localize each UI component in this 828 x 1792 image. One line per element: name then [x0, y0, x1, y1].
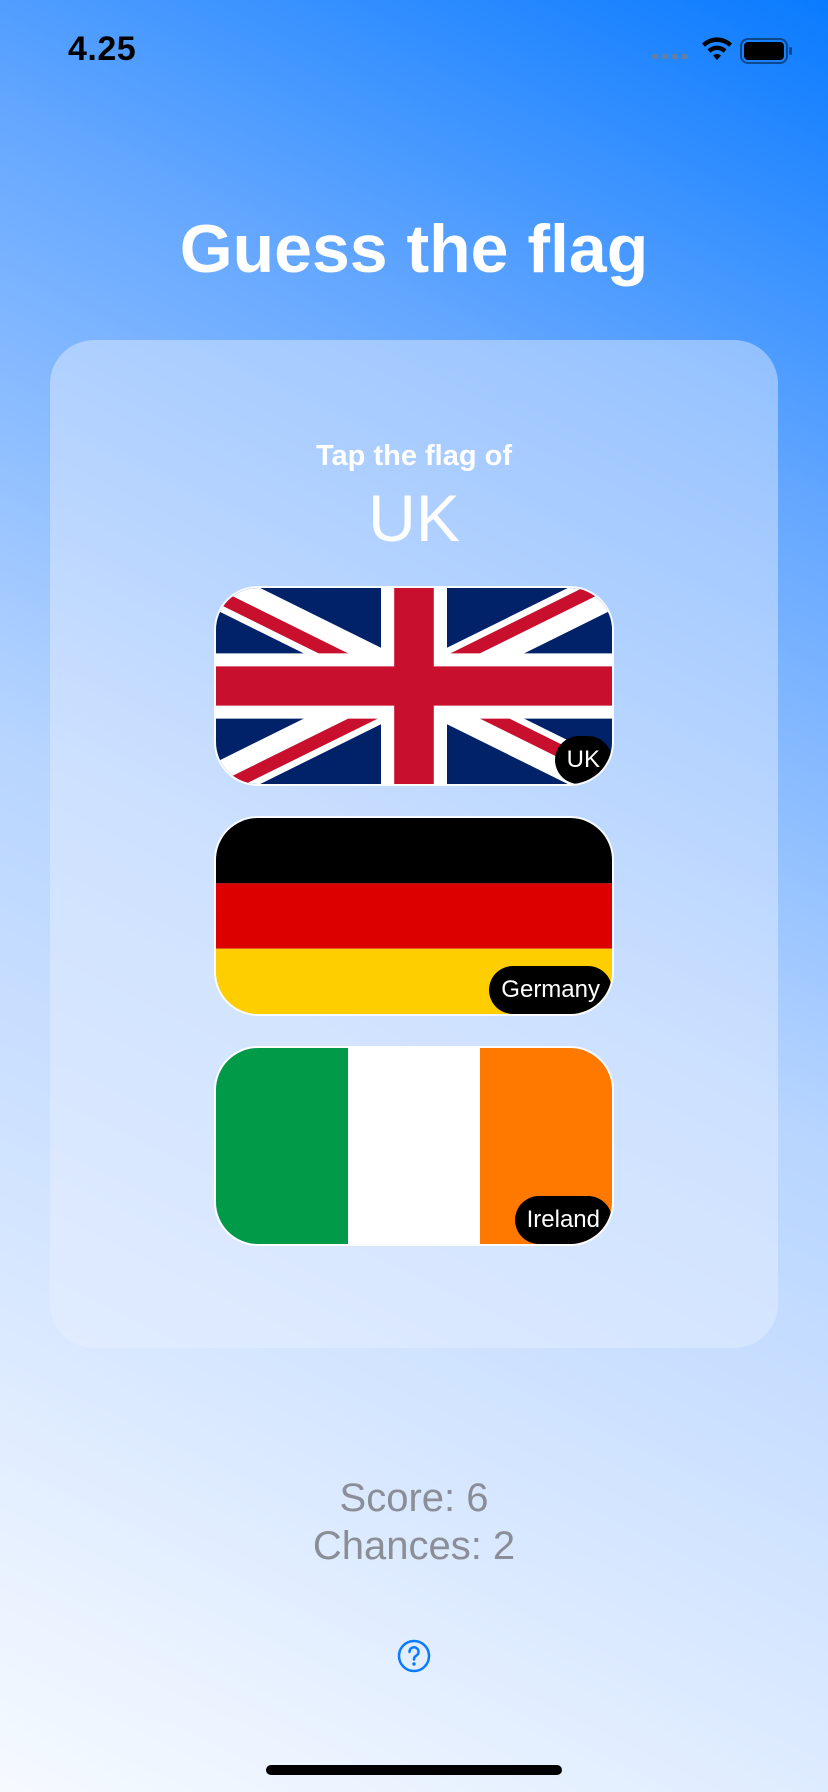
flag-button-germany[interactable]: Germany [214, 816, 614, 1016]
stats: Score: 6 Chances: 2 [0, 1474, 828, 1570]
flag-label-ireland: Ireland [514, 1196, 612, 1244]
screen: 4.25 Guess the flag Tap the flag of UK U… [0, 0, 828, 1792]
prompt-subtitle: Tap the flag of [315, 440, 512, 472]
uk-flag-icon [216, 588, 612, 784]
status-bar: 4.25 [0, 0, 828, 100]
status-time: 4.25 [68, 30, 137, 68]
page-title: Guess the flag [179, 211, 649, 287]
chances-text: Chances: 2 [312, 1524, 516, 1568]
home-indicator [266, 1765, 562, 1775]
wifi-icon [702, 37, 732, 60]
flag-button-uk[interactable]: UK [214, 586, 614, 786]
question-circle-icon[interactable] [397, 1639, 431, 1673]
cellular-signal-icon [652, 54, 688, 59]
flag-button-ireland[interactable]: Ireland [214, 1046, 614, 1246]
battery-icon [740, 38, 792, 64]
prompt-country: UK [368, 481, 460, 555]
score-text: Score: 6 [339, 1476, 489, 1520]
flag-label-uk: UK [554, 736, 612, 784]
flag-label-germany: Germany [489, 966, 612, 1014]
question-card: Tap the flag of UK UK Germany Ireland [50, 340, 778, 1348]
